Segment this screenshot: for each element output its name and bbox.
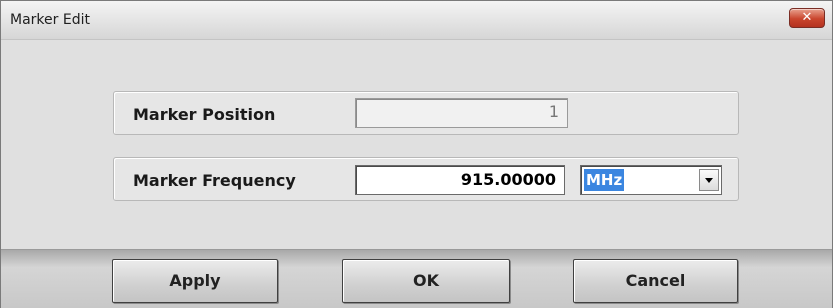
marker-position-group: Marker Position 1 — [113, 91, 739, 135]
ok-button[interactable]: OK — [342, 259, 510, 303]
frequency-unit-select[interactable]: MHz — [580, 165, 722, 195]
apply-button[interactable]: Apply — [112, 259, 278, 303]
marker-frequency-group: Marker Frequency 915.00000 MHz — [113, 157, 739, 201]
frequency-unit-value: MHz — [584, 169, 625, 191]
close-button[interactable]: ✕ — [789, 8, 825, 28]
dialog-content — [1, 40, 832, 249]
window-title: Marker Edit — [10, 12, 90, 28]
close-icon: ✕ — [801, 10, 813, 25]
marker-frequency-input[interactable]: 915.00000 — [355, 165, 565, 195]
marker-position-field: 1 — [355, 98, 568, 128]
marker-frequency-label: Marker Frequency — [133, 171, 296, 190]
marker-edit-dialog: Marker Edit ✕ Marker Position 1 Marker F… — [0, 0, 833, 308]
marker-position-label: Marker Position — [133, 105, 276, 124]
title-bar[interactable]: Marker Edit ✕ — [1, 1, 832, 40]
chevron-down-icon[interactable] — [699, 169, 719, 191]
cancel-button[interactable]: Cancel — [573, 259, 738, 303]
